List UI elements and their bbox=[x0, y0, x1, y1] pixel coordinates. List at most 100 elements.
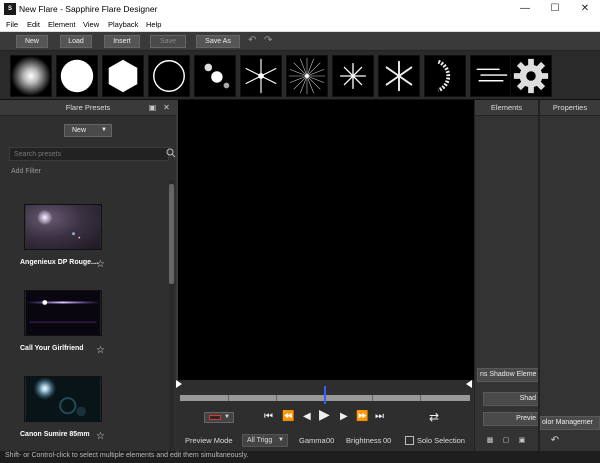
radial-streaks-element-icon[interactable] bbox=[286, 55, 328, 97]
undo-icon[interactable]: ↶ bbox=[248, 35, 256, 47]
preset-label: Angenieux DP Rouge.... bbox=[20, 259, 99, 266]
skip-to-start-icon[interactable]: ⏮ bbox=[264, 410, 273, 424]
menu-bar: File Edit Element View Playback Help bbox=[0, 18, 600, 32]
presets-panel-header: Flare Presets ▣ ✕ bbox=[0, 100, 176, 116]
fan-rays-element-icon[interactable] bbox=[378, 55, 420, 97]
solo-selection-label: Solo Selection bbox=[417, 436, 465, 445]
close-panel-icon[interactable]: ✕ bbox=[162, 103, 171, 112]
preset-label: Canon Sumire 85mm bbox=[20, 431, 90, 438]
preset-thumbnail bbox=[24, 290, 102, 336]
trigger-dropdown[interactable]: All Trigg ▼ bbox=[242, 434, 288, 447]
menu-playback[interactable]: Playback bbox=[108, 19, 138, 31]
preset-label: Call Your Girlfriend bbox=[20, 345, 84, 352]
preview-mode-label: Preview Mode bbox=[185, 436, 233, 445]
search-presets-input[interactable] bbox=[9, 147, 169, 161]
star-element-icon[interactable] bbox=[240, 55, 282, 97]
reset-icon[interactable]: ↶ bbox=[550, 436, 560, 446]
element-strip bbox=[0, 51, 600, 100]
timeline-playhead[interactable] bbox=[324, 386, 326, 404]
new-preset-label: New bbox=[72, 127, 87, 134]
play-icon[interactable]: ▶ bbox=[319, 407, 330, 421]
insert-button[interactable]: Insert bbox=[104, 35, 140, 48]
gear-icon[interactable] bbox=[510, 55, 552, 97]
delete-icon[interactable]: ▣ bbox=[517, 436, 527, 446]
favorite-star-icon[interactable]: ☆ bbox=[96, 346, 105, 356]
favorite-star-icon[interactable]: ☆ bbox=[96, 260, 105, 270]
timeline-in-marker[interactable] bbox=[176, 380, 182, 388]
flare-presets-panel: Flare Presets ▣ ✕ New ▼ Add Filter Angen… bbox=[0, 100, 176, 451]
solo-selection-checkbox[interactable] bbox=[405, 436, 414, 445]
chevron-down-icon: ▼ bbox=[101, 127, 107, 133]
timeline[interactable] bbox=[176, 380, 474, 406]
duplicate-icon[interactable]: ▢ bbox=[501, 436, 511, 446]
timeline-tick bbox=[276, 395, 277, 401]
timeline-out-marker[interactable] bbox=[466, 380, 472, 388]
loop-icon[interactable]: ⇄ bbox=[429, 410, 439, 424]
elements-panel-title: Elements bbox=[475, 100, 538, 116]
save-button[interactable]: Save bbox=[150, 35, 186, 48]
chevron-down-icon: ▼ bbox=[224, 414, 230, 420]
new-button[interactable]: New bbox=[16, 35, 48, 48]
favorite-star-icon[interactable]: ☆ bbox=[96, 432, 105, 442]
color-swatch bbox=[209, 415, 221, 420]
flare-preview-viewport[interactable] bbox=[176, 100, 474, 380]
maximize-icon[interactable]: ☐ bbox=[540, 0, 570, 18]
save-as-button[interactable]: Save As bbox=[196, 35, 240, 48]
brightness-value[interactable]: 00 bbox=[383, 436, 391, 445]
add-filter-link[interactable]: Add Filter bbox=[11, 168, 41, 175]
chevron-down-icon: ▼ bbox=[278, 437, 284, 443]
brightness-label: Brightness bbox=[346, 436, 382, 445]
menu-view[interactable]: View bbox=[83, 19, 99, 31]
preview-button[interactable]: Previe bbox=[483, 412, 539, 426]
rewind-icon[interactable]: ⏪ bbox=[282, 410, 294, 424]
new-preset-dropdown[interactable]: New ▼ bbox=[64, 124, 112, 137]
properties-panel-title: Properties bbox=[540, 100, 600, 116]
close-icon[interactable]: ✕ bbox=[570, 0, 600, 18]
streak-lines-element-icon[interactable] bbox=[470, 55, 512, 97]
redo-icon[interactable]: ↷ bbox=[264, 35, 272, 47]
glow-element-icon[interactable] bbox=[10, 55, 52, 97]
menu-help[interactable]: Help bbox=[146, 19, 161, 31]
preset-item[interactable]: Call Your Girlfriend ☆ bbox=[14, 290, 164, 370]
transport-controls: ▼ ⏮ ⏪ ◀ ▶ ▶ ⏩ ⏭ ⇄ bbox=[176, 406, 474, 430]
search-icon[interactable] bbox=[166, 148, 176, 158]
circle-element-icon[interactable] bbox=[56, 55, 98, 97]
fast-forward-icon[interactable]: ⏩ bbox=[356, 410, 368, 424]
arc-element-icon[interactable] bbox=[424, 55, 466, 97]
float-panel-icon[interactable]: ▣ bbox=[148, 103, 157, 112]
step-back-icon[interactable]: ◀ bbox=[303, 410, 311, 424]
menu-edit[interactable]: Edit bbox=[27, 19, 40, 31]
step-forward-icon[interactable]: ▶ bbox=[340, 410, 348, 424]
shadow-element-button[interactable]: ns Shadow Eleme bbox=[477, 368, 539, 382]
hexagon-element-icon[interactable] bbox=[102, 55, 144, 97]
menu-element[interactable]: Element bbox=[48, 19, 76, 31]
preset-thumbnail bbox=[24, 376, 102, 422]
color-management-button[interactable]: olor Managemer bbox=[540, 416, 600, 430]
trigger-value: All Trigg bbox=[247, 437, 273, 444]
gamma-value[interactable]: 00 bbox=[326, 436, 334, 445]
background-color-dropdown[interactable]: ▼ bbox=[204, 412, 234, 423]
timeline-tick bbox=[372, 395, 373, 401]
lock-icon[interactable]: ▩ bbox=[485, 436, 495, 446]
status-text: Shift- or Control-click to select multip… bbox=[5, 452, 249, 459]
elements-panel: Elements ns Shadow Eleme Shad Previe ▩ ▢… bbox=[474, 100, 539, 451]
ring-element-icon[interactable] bbox=[148, 55, 190, 97]
preset-item[interactable]: Angenieux DP Rouge.... ☆ bbox=[14, 204, 164, 284]
dots-element-icon[interactable] bbox=[194, 55, 236, 97]
load-button[interactable]: Load bbox=[60, 35, 92, 48]
spike-burst-element-icon[interactable] bbox=[332, 55, 374, 97]
timeline-tick bbox=[420, 395, 421, 401]
title-bar: S New Flare - Sapphire Flare Designer — … bbox=[0, 0, 600, 18]
gamma-label: Gamma bbox=[299, 436, 326, 445]
preset-item[interactable]: Canon Sumire 85mm ☆ bbox=[14, 376, 164, 456]
preview-options-bar: Preview Mode All Trigg ▼ Gamma 00 Bright… bbox=[176, 430, 474, 451]
preset-thumbnail bbox=[24, 204, 102, 250]
skip-to-end-icon[interactable]: ⏭ bbox=[375, 410, 384, 424]
minimize-icon[interactable]: — bbox=[510, 0, 540, 18]
window-title: New Flare - Sapphire Flare Designer bbox=[19, 4, 158, 14]
timeline-tick bbox=[228, 395, 229, 401]
menu-file[interactable]: File bbox=[6, 19, 18, 31]
presets-scrollbar-thumb[interactable] bbox=[169, 184, 174, 284]
shadow-button[interactable]: Shad bbox=[483, 392, 539, 406]
properties-panel: Properties olor Managemer ↶ bbox=[538, 100, 600, 451]
